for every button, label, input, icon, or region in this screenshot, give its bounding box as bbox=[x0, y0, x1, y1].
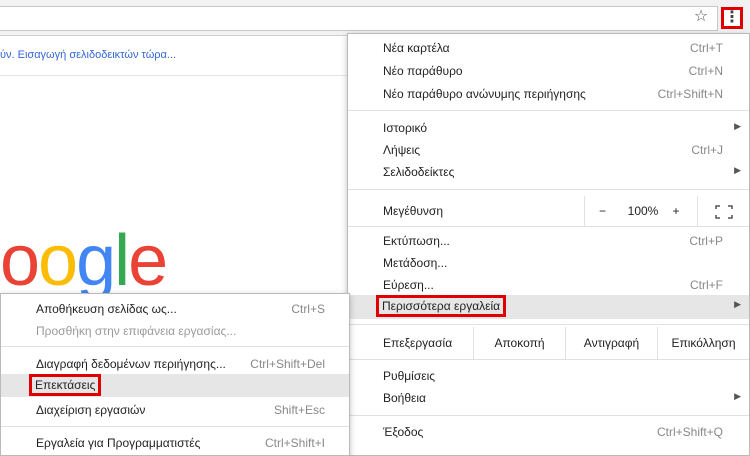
menu-item-find[interactable]: Εύρεση... Ctrl+F bbox=[348, 274, 749, 297]
submenu-item-save-page[interactable]: Αποθήκευση σελίδας ως... Ctrl+S bbox=[1, 298, 349, 320]
paste-button[interactable]: Επικόλληση bbox=[657, 327, 749, 359]
menu-divider bbox=[348, 359, 749, 360]
menu-item-more-tools[interactable]: Περισσότερα εργαλεία ▶ bbox=[348, 295, 749, 319]
menu-item-settings[interactable]: Ρυθμίσεις bbox=[348, 365, 749, 388]
menu-item-incognito[interactable]: Νέο παράθυρο ανώνυμης περιήγησης Ctrl+Sh… bbox=[348, 83, 749, 106]
menu-divider bbox=[348, 189, 749, 190]
browser-main-menu: Νέα καρτέλα Ctrl+T Νέο παράθυρο Ctrl+N Ν… bbox=[347, 33, 750, 456]
browser-toolbar: ☆ ⋮ bbox=[0, 0, 750, 36]
menu-divider bbox=[348, 415, 749, 416]
submenu-arrow-icon: ▶ bbox=[734, 121, 741, 131]
address-bar[interactable] bbox=[0, 6, 718, 31]
menu-item-help[interactable]: Βοήθεια ▶ bbox=[348, 387, 749, 410]
menu-divider bbox=[1, 346, 349, 347]
import-bookmarks-link[interactable]: ύν. Εισαγωγή σελιδοδεικτών τώρα... bbox=[0, 49, 176, 61]
fullscreen-icon[interactable] bbox=[697, 196, 749, 226]
menu-item-print[interactable]: Εκτύπωση... Ctrl+P bbox=[348, 230, 749, 253]
cut-button[interactable]: Αποκοπή bbox=[473, 327, 565, 359]
menu-divider bbox=[348, 110, 749, 111]
submenu-item-add-to-desktop: Προσθήκη στην επιφάνεια εργασίας... bbox=[36, 324, 237, 338]
kebab-menu-icon[interactable]: ⋮ bbox=[721, 7, 743, 29]
menu-item-exit[interactable]: Έξοδος Ctrl+Shift+Q bbox=[348, 421, 749, 444]
menu-item-new-tab[interactable]: Νέα καρτέλα Ctrl+T bbox=[348, 37, 749, 60]
star-icon[interactable]: ☆ bbox=[692, 8, 710, 26]
zoom-out-button[interactable]: − bbox=[584, 196, 620, 226]
more-tools-submenu: Αποθήκευση σελίδας ως... Ctrl+S Προσθήκη… bbox=[0, 293, 350, 456]
submenu-item-developer-tools[interactable]: Εργαλεία για Προγραμματιστές Ctrl+Shift+… bbox=[1, 432, 349, 454]
submenu-arrow-icon: ▶ bbox=[734, 391, 741, 401]
menu-divider bbox=[348, 226, 749, 227]
zoom-level: 100% bbox=[627, 204, 659, 218]
menu-item-downloads[interactable]: Λήψεις Ctrl+J bbox=[348, 139, 749, 162]
google-logo: oogle bbox=[0, 221, 168, 301]
menu-item-new-window[interactable]: Νέο παράθυρο Ctrl+N bbox=[348, 60, 749, 83]
menu-item-cast[interactable]: Μετάδοση... bbox=[348, 252, 749, 275]
submenu-item-task-manager[interactable]: Διαχείριση εργασιών Shift+Esc bbox=[1, 399, 349, 421]
menu-divider bbox=[1, 426, 349, 427]
copy-button[interactable]: Αντιγραφή bbox=[565, 327, 657, 359]
edit-row: Επεξεργασία Αποκοπή Αντιγραφή Επικόλληση bbox=[348, 327, 749, 359]
submenu-item-extensions[interactable]: Επεκτάσεις bbox=[1, 374, 349, 397]
menu-item-history[interactable]: Ιστορικό ▶ bbox=[348, 117, 749, 140]
zoom-in-button[interactable]: + bbox=[666, 196, 686, 226]
menu-item-bookmarks[interactable]: Σελιδοδείκτες ▶ bbox=[348, 161, 749, 184]
submenu-arrow-icon: ▶ bbox=[734, 299, 741, 309]
submenu-arrow-icon: ▶ bbox=[734, 165, 741, 175]
menu-divider bbox=[348, 324, 749, 325]
zoom-row: Μεγέθυνση − 100% + bbox=[348, 196, 749, 226]
submenu-item-clear-browsing-data[interactable]: Διαγραφή δεδομένων περιήγησης... Ctrl+Sh… bbox=[1, 353, 349, 375]
